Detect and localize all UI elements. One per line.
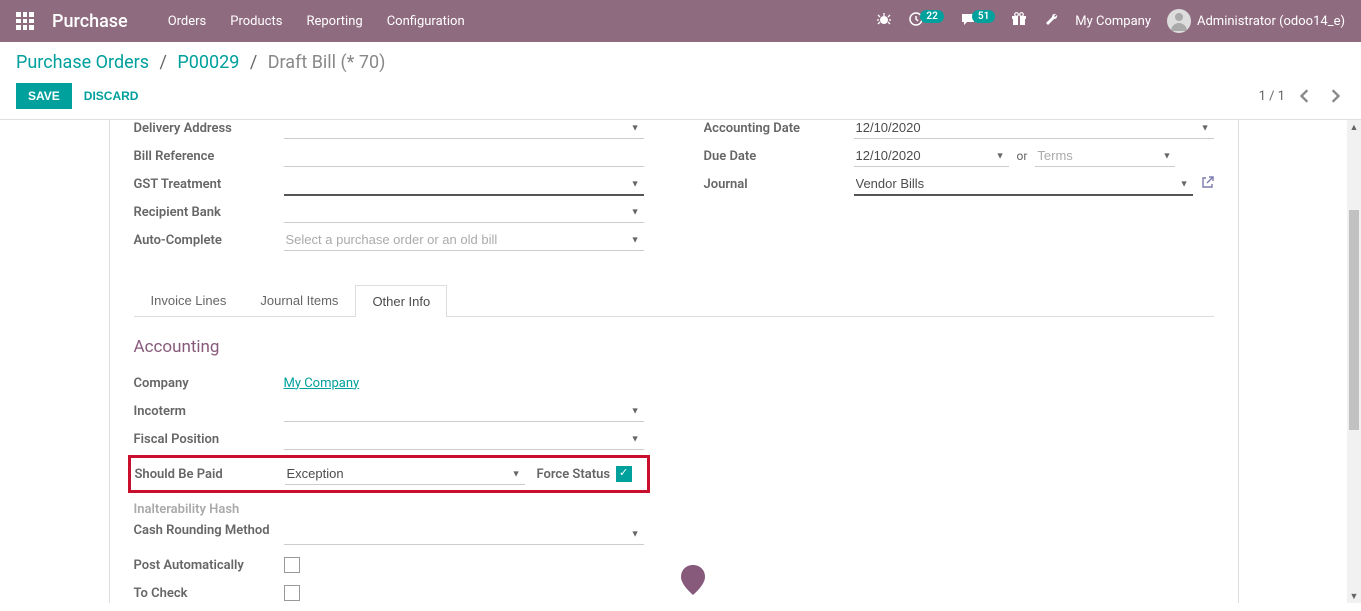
top-nav: Purchase Orders Products Reporting Confi… xyxy=(0,0,1361,42)
label-auto-complete: Auto-Complete xyxy=(134,233,284,248)
scrollbar-down-icon[interactable]: ▼ xyxy=(1347,589,1361,603)
tabs: Invoice Lines Journal Items Other Info xyxy=(134,284,1214,317)
wrench-icon[interactable] xyxy=(1043,11,1059,31)
bug-icon[interactable] xyxy=(876,11,892,31)
nav-configuration[interactable]: Configuration xyxy=(387,14,465,29)
tab-invoice-lines[interactable]: Invoice Lines xyxy=(134,284,244,316)
should-be-paid-highlight: Should Be Paid ▼ Force Status xyxy=(128,455,650,493)
label-inalterability-hash: Inalterability Hash xyxy=(134,502,284,517)
scrollbar[interactable]: ▲ ▼ xyxy=(1347,120,1361,603)
label-fiscal-position: Fiscal Position xyxy=(134,432,284,447)
checkbox-force-status[interactable] xyxy=(616,466,632,482)
breadcrumb-mid[interactable]: P00029 xyxy=(177,52,239,73)
form-sheet: Delivery Address ▼ Bill Reference GST Tr… xyxy=(109,120,1239,603)
nav-reporting[interactable]: Reporting xyxy=(306,14,362,29)
label-should-be-paid: Should Be Paid xyxy=(135,467,285,482)
chat-icon-wrap[interactable]: 51 xyxy=(960,11,995,31)
chat-badge: 51 xyxy=(972,10,995,23)
breadcrumb-sep: / xyxy=(250,52,257,73)
accounting-heading: Accounting xyxy=(134,337,644,357)
label-journal: Journal xyxy=(704,177,854,192)
input-cash-rounding[interactable] xyxy=(284,523,644,545)
breadcrumb-sep: / xyxy=(160,52,167,73)
input-due-date[interactable] xyxy=(854,145,1009,167)
company-link[interactable]: My Company xyxy=(284,376,360,391)
tab-other-info[interactable]: Other Info xyxy=(355,285,447,317)
discard-button[interactable]: DISCARD xyxy=(72,83,151,109)
nav-products[interactable]: Products xyxy=(230,14,282,29)
apps-icon[interactable] xyxy=(16,12,34,30)
input-delivery-address[interactable] xyxy=(284,120,644,139)
label-post-automatically: Post Automatically xyxy=(134,558,284,573)
input-auto-complete[interactable] xyxy=(284,229,644,251)
clock-icon-wrap[interactable]: 22 xyxy=(908,11,943,31)
scrollbar-up-icon[interactable]: ▲ xyxy=(1347,120,1361,134)
input-gst-treatment[interactable] xyxy=(284,173,644,196)
tab-journal-items[interactable]: Journal Items xyxy=(243,284,355,316)
label-incoterm: Incoterm xyxy=(134,404,284,419)
input-journal[interactable] xyxy=(854,173,1193,196)
external-link-icon[interactable] xyxy=(1201,176,1214,192)
breadcrumb: Purchase Orders / P00029 / Draft Bill (*… xyxy=(16,52,385,73)
breadcrumb-root[interactable]: Purchase Orders xyxy=(16,52,149,73)
user-menu[interactable]: Administrator (odoo14_e) xyxy=(1167,9,1345,33)
checkbox-to-check[interactable] xyxy=(284,585,300,601)
action-row: SAVE DISCARD 1 / 1 xyxy=(0,77,1361,120)
app-title[interactable]: Purchase xyxy=(52,11,128,32)
input-recipient-bank[interactable] xyxy=(284,201,644,223)
nav-orders[interactable]: Orders xyxy=(168,14,207,29)
label-due-date: Due Date xyxy=(704,149,854,164)
checkbox-post-automatically[interactable] xyxy=(284,557,300,573)
pager-text: 1 / 1 xyxy=(1259,89,1285,104)
input-should-be-paid[interactable] xyxy=(285,463,525,485)
input-accounting-date[interactable] xyxy=(854,120,1214,139)
breadcrumb-row: Purchase Orders / P00029 / Draft Bill (*… xyxy=(0,42,1361,77)
nav-links: Orders Products Reporting Configuration xyxy=(168,14,465,29)
label-accounting-date: Accounting Date xyxy=(704,121,854,136)
label-recipient-bank: Recipient Bank xyxy=(134,205,284,220)
or-text: or xyxy=(1017,149,1028,163)
save-button[interactable]: SAVE xyxy=(16,83,72,109)
clock-badge: 22 xyxy=(920,10,943,23)
pager: 1 / 1 xyxy=(1259,86,1345,106)
label-cash-rounding: Cash Rounding Method xyxy=(134,523,284,540)
label-force-status: Force Status xyxy=(537,467,611,482)
gift-icon[interactable] xyxy=(1011,11,1027,31)
user-name: Administrator (odoo14_e) xyxy=(1197,14,1345,29)
breadcrumb-current: Draft Bill (* 70) xyxy=(268,52,386,73)
label-company: Company xyxy=(134,376,284,391)
scrollbar-thumb[interactable] xyxy=(1349,210,1359,430)
label-to-check: To Check xyxy=(134,586,284,601)
avatar-icon xyxy=(1167,9,1191,33)
company-link[interactable]: My Company xyxy=(1075,14,1151,29)
input-bill-reference[interactable] xyxy=(284,145,644,167)
input-incoterm[interactable] xyxy=(284,400,644,422)
label-gst-treatment: GST Treatment xyxy=(134,177,284,192)
pager-next-icon[interactable] xyxy=(1325,86,1345,106)
pin-icon xyxy=(681,565,705,595)
input-terms[interactable] xyxy=(1035,145,1175,167)
label-delivery-address: Delivery Address xyxy=(134,121,284,136)
label-bill-reference: Bill Reference xyxy=(134,149,284,164)
content-area: Delivery Address ▼ Bill Reference GST Tr… xyxy=(0,120,1361,603)
nav-right: 22 51 My Company Administrator (odoo14_e… xyxy=(876,9,1345,33)
input-fiscal-position[interactable] xyxy=(284,428,644,450)
pager-prev-icon[interactable] xyxy=(1295,86,1315,106)
